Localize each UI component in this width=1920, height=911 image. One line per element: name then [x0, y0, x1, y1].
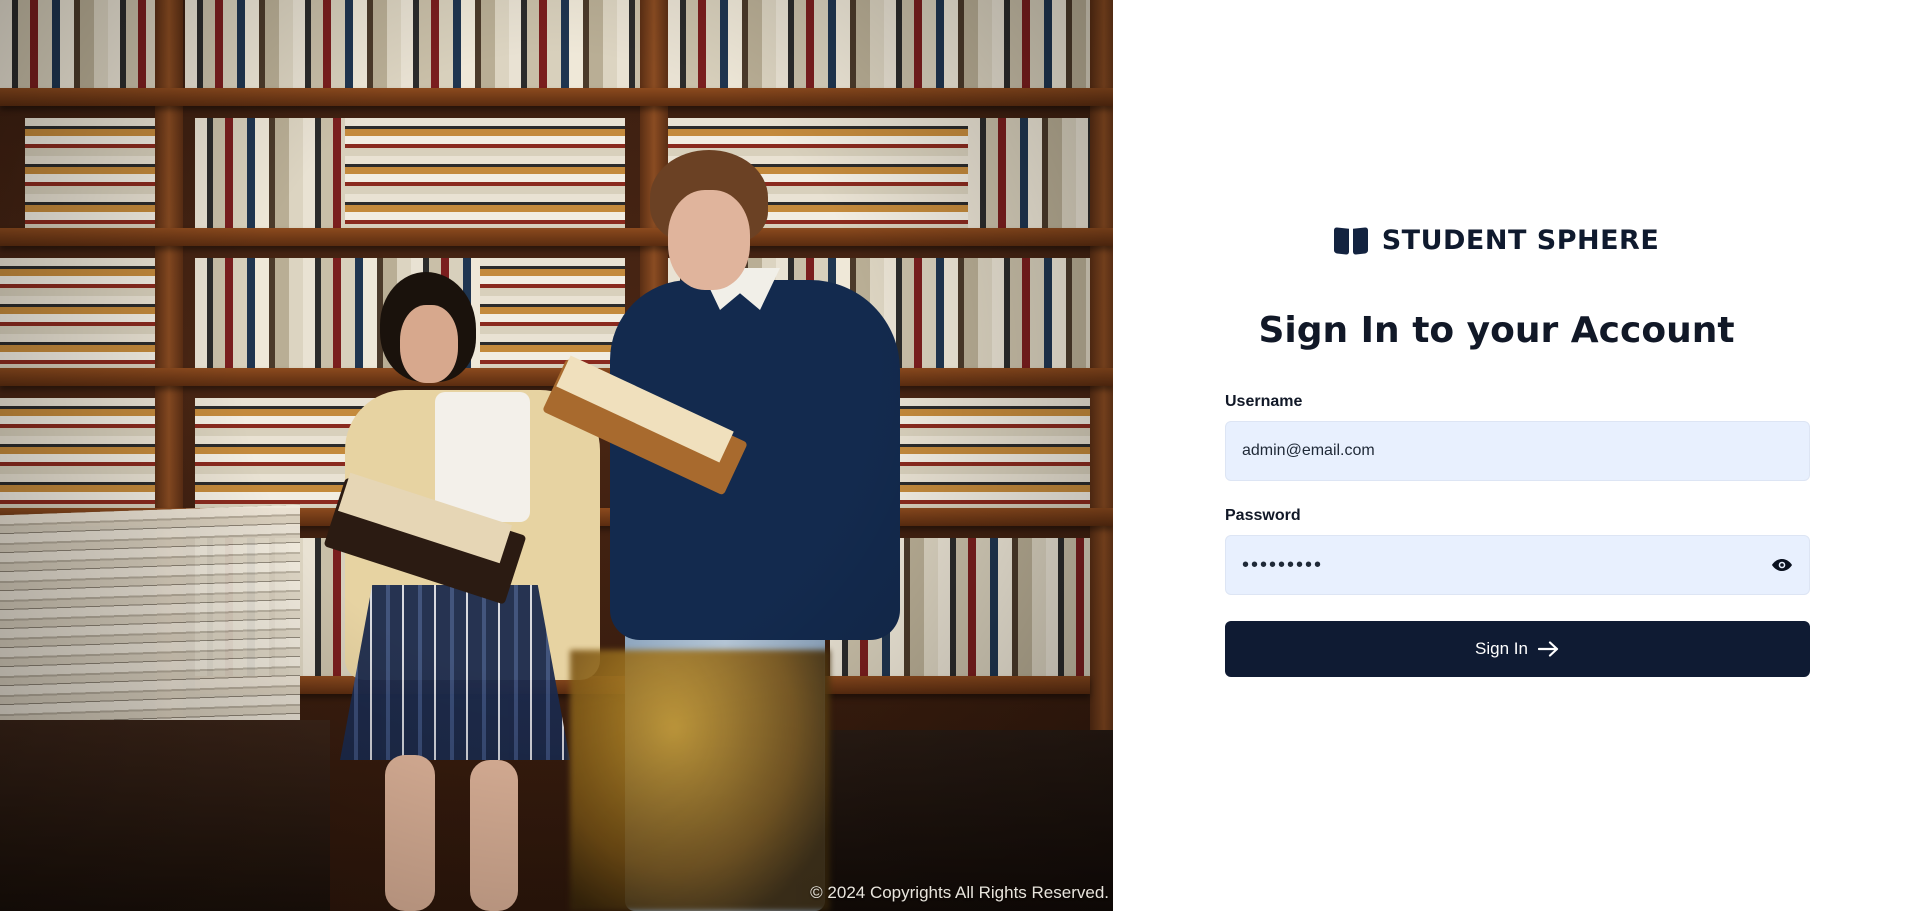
username-group: Username — [1225, 393, 1810, 481]
password-group: Password — [1225, 507, 1810, 595]
copyright-text: © 2024 Copyrights All Rights Reserved. — [810, 883, 1109, 902]
username-label: Username — [1225, 393, 1303, 410]
login-panel: STUDENT SPHERE Sign In to your Account U… — [1113, 0, 1920, 911]
username-input[interactable] — [1242, 422, 1793, 480]
password-field-wrapper — [1225, 535, 1810, 595]
username-field-wrapper — [1225, 421, 1810, 481]
login-page: © 2024 Copyrights All Rights Reserved. S… — [0, 0, 1920, 911]
password-input[interactable] — [1242, 536, 1793, 594]
brand: STUDENT SPHERE — [1073, 225, 1920, 256]
arrow-right-icon — [1537, 641, 1559, 657]
library-photo: © 2024 Copyrights All Rights Reserved. — [0, 0, 1113, 911]
sign-in-button[interactable]: Sign In — [1225, 621, 1810, 677]
brand-name: STUDENT SPHERE — [1381, 225, 1660, 256]
eye-icon[interactable] — [1771, 558, 1793, 572]
login-form: Username Password Sign In — [1225, 393, 1810, 677]
page-title: Sign In to your Account — [1258, 310, 1735, 351]
open-book-icon — [1333, 226, 1368, 256]
photo-vignette — [0, 0, 1113, 911]
password-label: Password — [1225, 507, 1301, 524]
sign-in-label: Sign In — [1475, 639, 1528, 658]
